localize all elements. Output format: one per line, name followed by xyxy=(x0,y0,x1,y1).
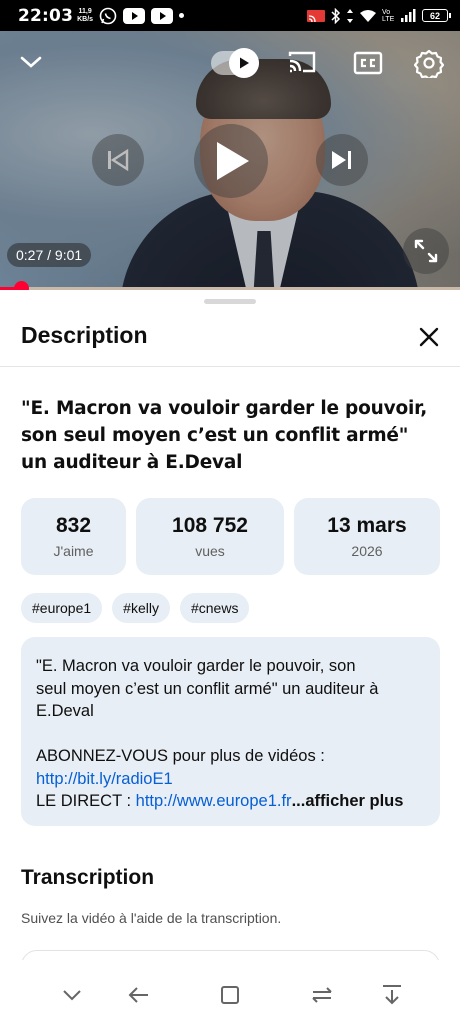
cast-icon xyxy=(288,51,316,73)
sheet-divider xyxy=(0,366,460,367)
transcription-subtitle: Suivez la vidéo à l'aide de la transcrip… xyxy=(21,910,282,926)
screen-cast-icon xyxy=(307,9,325,22)
minimize-button[interactable] xyxy=(14,47,48,77)
system-nav-bar xyxy=(0,960,460,1024)
hashtag-chip[interactable]: #cnews xyxy=(179,593,250,623)
publish-date: 13 mars xyxy=(327,514,407,537)
whatsapp-icon xyxy=(99,7,117,24)
nav-back-button[interactable] xyxy=(123,980,153,1010)
battery-level: 62 xyxy=(429,10,440,21)
hashtag-chip[interactable]: #europe1 xyxy=(21,593,103,623)
bluetooth-icon xyxy=(331,7,341,24)
description-line: seul moyen c’est un conflit armé" un aud… xyxy=(36,679,379,698)
close-button[interactable] xyxy=(414,322,444,352)
nav-dropdown-button[interactable] xyxy=(377,980,407,1010)
close-icon xyxy=(419,327,439,347)
publish-year: 2026 xyxy=(351,543,383,559)
likes-count: 832 xyxy=(55,514,92,537)
sheet-title: Description xyxy=(21,322,148,348)
description-body[interactable]: "E. Macron va vouloir garder le pouvoir,… xyxy=(21,637,440,826)
autoplay-track xyxy=(211,48,259,78)
status-time: 22:03 xyxy=(18,5,74,26)
nav-hide-keyboard-button[interactable] xyxy=(57,980,87,1010)
settings-icon xyxy=(414,49,444,78)
autoplay-toggle[interactable] xyxy=(210,48,260,78)
video-timecode: 0:27 / 9:01 xyxy=(7,243,92,267)
network-speed-unit: KB/s xyxy=(77,15,94,23)
signal-icon xyxy=(401,9,416,22)
chevron-down-icon xyxy=(20,56,42,68)
fullscreen-button[interactable] xyxy=(403,228,449,274)
likes-label: J'aime xyxy=(53,543,94,559)
video-player[interactable]: 0:27 / 9:01 xyxy=(0,31,460,289)
views-label: vues xyxy=(195,543,225,559)
cc-icon xyxy=(353,51,383,75)
captions-button[interactable] xyxy=(350,47,386,79)
data-arrows-icon xyxy=(347,8,353,23)
previous-button[interactable] xyxy=(92,134,144,186)
play-icon xyxy=(217,142,249,180)
autoplay-toggle-icon xyxy=(240,57,249,69)
description-line: E.Deval xyxy=(36,702,94,720)
sheet-drag-handle[interactable] xyxy=(204,299,256,304)
recents-icon xyxy=(312,987,332,1003)
network-speed-value: 11,9 xyxy=(78,7,92,15)
network-speed: 11,9 KB/s xyxy=(77,8,93,24)
subscribe-link[interactable]: http://bit.ly/radioE1 xyxy=(36,770,173,788)
notification-dot-icon xyxy=(179,13,185,18)
youtube-icon xyxy=(123,7,146,24)
description-sheet: Description "E. Macron va vouloir garder… xyxy=(0,290,460,1024)
download-arrow-icon xyxy=(383,985,401,1005)
views-count: 108 752 xyxy=(172,514,248,537)
likes-stat: 832 J'aime xyxy=(21,498,126,575)
views-stat: 108 752 vues xyxy=(136,498,284,575)
chevron-down-icon xyxy=(63,990,81,1001)
back-arrow-icon xyxy=(128,987,148,1003)
next-button[interactable] xyxy=(316,134,368,186)
battery-icon: 62 xyxy=(422,9,451,22)
youtube-icon xyxy=(151,7,174,24)
video-title: "E. Macron va vouloir garder le pouvoir,… xyxy=(21,398,428,473)
direct-label: LE DIRECT : xyxy=(36,792,136,810)
date-stat: 13 mars 2026 xyxy=(294,498,440,575)
show-more-button[interactable]: ...afficher plus xyxy=(292,792,404,810)
play-button[interactable] xyxy=(194,124,268,198)
description-line: "E. Macron va vouloir garder le pouvoir,… xyxy=(36,657,356,675)
nav-home-button[interactable] xyxy=(215,980,245,1010)
autoplay-knob xyxy=(229,48,259,78)
volte-label: Vo LTE xyxy=(382,8,395,23)
cast-button[interactable] xyxy=(284,46,320,78)
hashtag-list: #europe1 #kelly #cnews xyxy=(21,593,250,623)
previous-icon xyxy=(108,149,129,171)
nav-recents-button[interactable] xyxy=(307,980,337,1010)
direct-link[interactable]: http://www.europe1.fr xyxy=(136,792,292,810)
next-icon xyxy=(332,151,351,169)
settings-button[interactable] xyxy=(410,44,448,82)
home-square-icon xyxy=(221,986,239,1004)
hashtag-chip[interactable]: #kelly xyxy=(112,593,170,623)
wifi-icon xyxy=(360,9,376,22)
fullscreen-icon xyxy=(414,239,438,263)
transcription-title: Transcription xyxy=(21,866,155,889)
status-bar: 22:03 11,9 KB/s Vo LTE 62 xyxy=(0,0,460,31)
subscribe-text: ABONNEZ-VOUS pour plus de vidéos : xyxy=(36,747,325,765)
